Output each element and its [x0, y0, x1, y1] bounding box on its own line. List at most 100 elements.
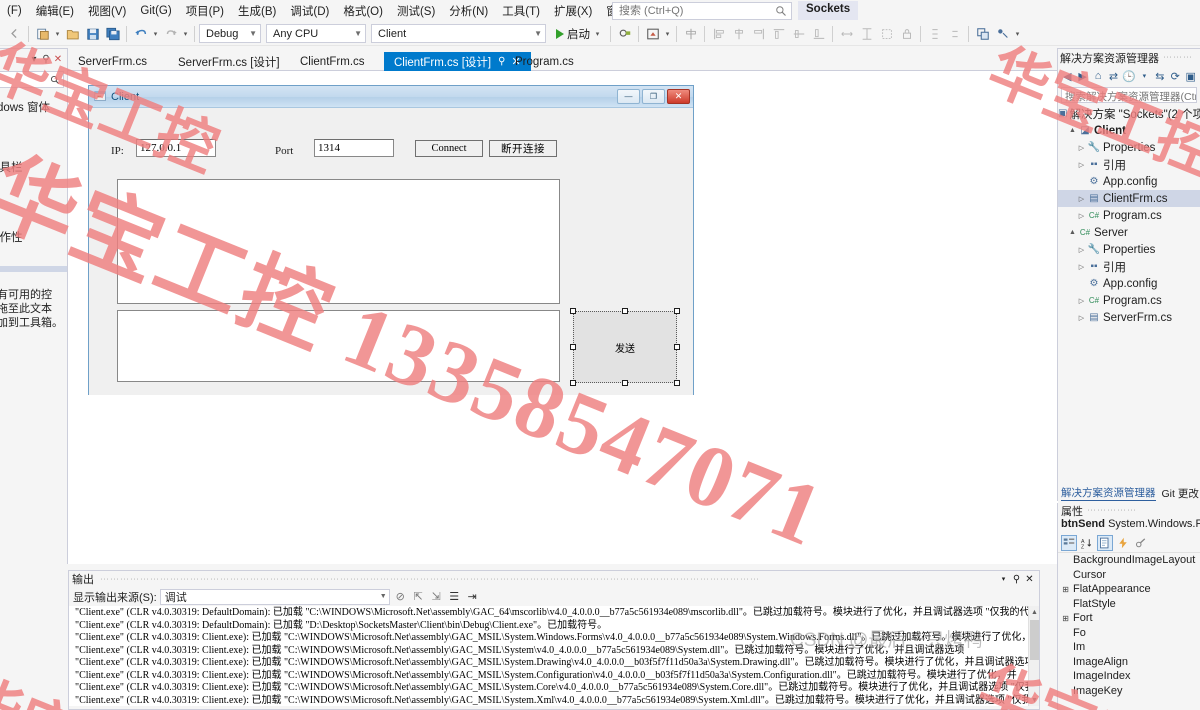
client-form-preview[interactable]: Client — ❐ ✕ IP: 127.0.0.1 Port 1314 Con…	[88, 85, 694, 395]
resize-handle-se[interactable]	[674, 380, 680, 386]
minimize-button[interactable]: —	[617, 89, 640, 104]
navigate-backward-icon[interactable]	[5, 24, 24, 44]
property-row[interactable]: ⊞ Fort	[1058, 611, 1200, 626]
quick-launch-search[interactable]	[612, 2, 792, 20]
resize-handle-sw[interactable]	[570, 380, 576, 386]
property-row[interactable]: Fo	[1058, 626, 1200, 641]
chevron-down-icon[interactable]: ▾	[1137, 68, 1151, 84]
make-same-height-icon[interactable]	[857, 24, 876, 44]
resize-handle-w[interactable]	[570, 344, 576, 350]
resize-handle-e[interactable]	[674, 344, 680, 350]
tree-node--[interactable]: ▷ ▪▪ 引用	[1058, 258, 1200, 275]
collapse-twisty-icon[interactable]: ▲	[1067, 127, 1078, 134]
received-messages-textbox[interactable]	[117, 179, 560, 304]
forward-icon[interactable]: ▶	[1075, 68, 1089, 84]
scroll-up-icon[interactable]: ▲	[1029, 606, 1039, 618]
form-client-area[interactable]: IP: 127.0.0.1 Port 1314 Connect 断开连接 发送	[89, 108, 693, 395]
new-project-icon[interactable]	[33, 24, 52, 44]
dock-tab-git-changes[interactable]: Git 更改	[1162, 486, 1199, 501]
property-row[interactable]: Cursor	[1058, 568, 1200, 583]
tree-node-app-config[interactable]: ⚙ App.config	[1058, 275, 1200, 292]
port-input[interactable]: 1314	[314, 139, 394, 157]
message-input-textbox[interactable]	[117, 310, 560, 382]
preview-overflow-icon[interactable]: ▾	[663, 30, 672, 38]
tree-node--[interactable]: ▷ ▪▪ 引用	[1058, 156, 1200, 173]
solution-explorer-search-input[interactable]: 搜索解决方案资源管理器(Ctrl+;)	[1061, 87, 1197, 103]
chevron-down-icon[interactable]: ▾	[997, 575, 1010, 583]
expand-twisty-icon[interactable]: ▷	[1076, 212, 1087, 220]
redo-dropdown-icon[interactable]: ▾	[181, 30, 190, 38]
disconnect-button[interactable]: 断开连接	[489, 140, 557, 157]
clear-all-icon[interactable]: ⊘	[393, 589, 408, 605]
bring-to-front-icon[interactable]	[973, 24, 992, 44]
pending-changes-icon[interactable]: 🕒	[1122, 68, 1136, 84]
increase-vertical-spacing-icon[interactable]	[925, 24, 944, 44]
tree-node-program-cs[interactable]: ▷ C# Program.cs	[1058, 207, 1200, 224]
undo-dropdown-icon[interactable]: ▾	[151, 30, 160, 38]
open-file-icon[interactable]	[63, 24, 82, 44]
maximize-button[interactable]: ❐	[642, 89, 665, 104]
tree-node-properties[interactable]: ▷ 🔧 Properties	[1058, 241, 1200, 258]
ip-input[interactable]: 127.0.0.1	[136, 139, 216, 157]
menu-item-build[interactable]: 生成(B)	[231, 1, 283, 21]
toolbox-group-toolbar[interactable]: 工具栏	[0, 156, 67, 178]
resize-handle-n[interactable]	[622, 308, 628, 314]
tree-node-app-config[interactable]: ⚙ App.config	[1058, 173, 1200, 190]
output-text-area[interactable]: "Client.exe" (CLR v4.0.30319: DefaultDom…	[69, 606, 1039, 706]
size-to-grid-icon[interactable]	[877, 24, 896, 44]
menu-item-project[interactable]: 项目(P)	[179, 1, 231, 21]
solution-root-node[interactable]: ▣ 解决方案 "Sockets"(2 个项目	[1058, 105, 1200, 122]
expand-twisty-icon[interactable]: ▷	[1076, 314, 1087, 322]
chevron-down-icon[interactable]: ▾	[28, 54, 40, 65]
property-row[interactable]: BackgroundImageLayout	[1058, 553, 1200, 568]
menu-item-analyze[interactable]: 分析(N)	[442, 1, 495, 21]
toolbox-group-interop[interactable]: 操作性	[0, 226, 67, 248]
menu-item-file[interactable]: (F)	[0, 3, 29, 19]
find-next-icon[interactable]: ⇲	[429, 589, 444, 605]
chevron-down-icon[interactable]: ▾	[593, 30, 602, 38]
expand-icon[interactable]: ⊞	[1060, 585, 1071, 594]
dock-tab-solution-explorer[interactable]: 解决方案资源管理器	[1061, 485, 1156, 501]
tree-node-server[interactable]: ▲ C# Server	[1058, 224, 1200, 241]
property-row[interactable]: ImageAlign	[1058, 655, 1200, 670]
tab-clientfrm-cs[interactable]: ClientFrm.cs	[290, 52, 375, 71]
resize-handle-nw[interactable]	[570, 308, 576, 314]
property-pages-icon[interactable]	[1133, 535, 1149, 551]
tree-node-serverfrm-cs[interactable]: ▷ ▤ ServerFrm.cs	[1058, 309, 1200, 326]
go-to-message-icon[interactable]: ⇥	[465, 589, 480, 605]
menu-item-extensions[interactable]: 扩展(X)	[547, 1, 599, 21]
decrease-vertical-spacing-icon[interactable]	[945, 24, 964, 44]
toolbox-search-input[interactable]: 具	[0, 71, 64, 88]
resize-handle-s[interactable]	[622, 380, 628, 386]
connect-button[interactable]: Connect	[415, 140, 483, 157]
tree-node-client[interactable]: ▲ ◪ Client	[1058, 122, 1200, 139]
save-icon[interactable]	[83, 24, 102, 44]
property-row[interactable]: ImageIndex	[1058, 669, 1200, 684]
preview-icon[interactable]	[643, 24, 662, 44]
align-centers-icon[interactable]	[729, 24, 748, 44]
pin-icon[interactable]: ⚲	[40, 54, 52, 65]
redo-icon[interactable]	[161, 24, 180, 44]
solution-config-combo[interactable]: Debug ▼	[199, 24, 261, 43]
scroll-down-icon[interactable]: ▼	[1029, 694, 1039, 706]
toggle-word-wrap-icon[interactable]: ☰	[447, 589, 462, 605]
properties-icon[interactable]	[1097, 535, 1113, 551]
close-icon[interactable]: ✕	[1023, 574, 1036, 585]
menu-item-edit[interactable]: 编辑(E)	[29, 1, 81, 21]
align-right-edges-icon[interactable]	[749, 24, 768, 44]
expand-twisty-icon[interactable]: ▷	[1076, 144, 1087, 152]
output-scrollbar[interactable]: ▲ ▼	[1028, 606, 1039, 706]
menu-item-git[interactable]: Git(G)	[133, 3, 178, 19]
output-source-combo[interactable]: 调试 ▼	[159, 588, 390, 605]
expand-twisty-icon[interactable]: ▷	[1076, 161, 1087, 169]
sync-with-active-document-icon[interactable]: ⇄	[1106, 68, 1120, 84]
menu-item-test[interactable]: 测试(S)	[390, 1, 442, 21]
menu-item-format[interactable]: 格式(O)	[336, 1, 390, 21]
close-button[interactable]: ✕	[667, 89, 690, 104]
expand-twisty-icon[interactable]: ▷	[1076, 297, 1087, 305]
make-same-width-icon[interactable]	[837, 24, 856, 44]
lock-controls-icon[interactable]	[897, 24, 916, 44]
menu-item-debug[interactable]: 调试(D)	[283, 1, 336, 21]
solution-platform-combo[interactable]: Any CPU ▼	[266, 24, 366, 43]
property-row[interactable]: ⊞ FlatAppearance	[1058, 582, 1200, 597]
